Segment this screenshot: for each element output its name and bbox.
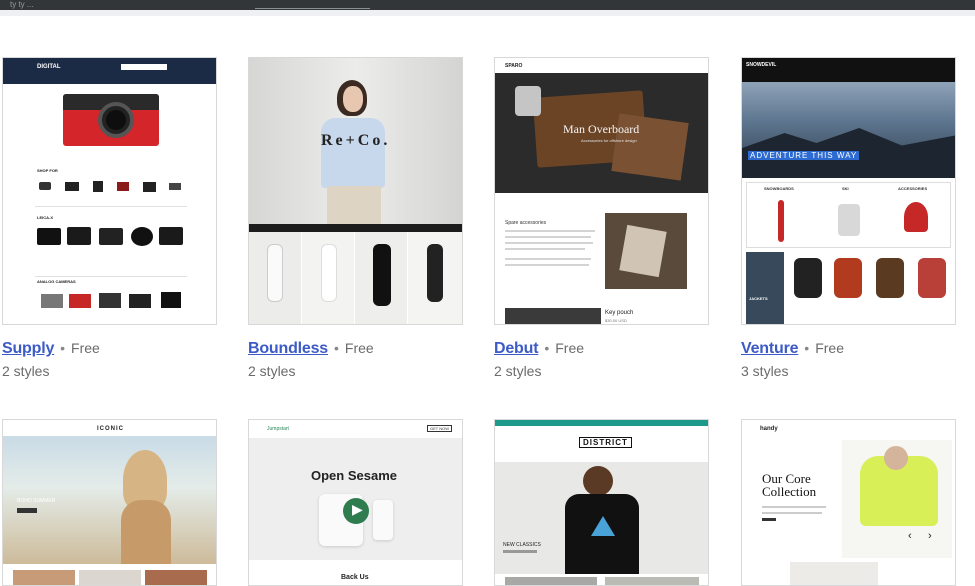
preview-tag: NEW CLASSICS xyxy=(503,542,541,548)
theme-price: Free xyxy=(71,340,100,356)
preview-product-price: $30.00 USD xyxy=(605,318,627,323)
theme-style-count: 3 styles xyxy=(741,363,789,379)
page-header-strip xyxy=(0,10,975,16)
address-bar[interactable] xyxy=(255,8,370,9)
preview-section: Spare accessories xyxy=(505,220,547,226)
theme-style-count: 2 styles xyxy=(2,363,50,379)
theme-preview-5[interactable]: ICONIC BOHO SUMMER xyxy=(2,419,217,586)
preview-tag: BOHO SUMMER xyxy=(17,498,56,504)
theme-style-count: 2 styles xyxy=(248,363,296,379)
theme-preview-boundless[interactable]: Re+Co. xyxy=(248,57,463,325)
theme-style-count: 2 styles xyxy=(494,363,542,379)
theme-name-link[interactable]: Supply xyxy=(2,340,54,357)
separator-dot: • xyxy=(804,340,810,356)
theme-preview-6[interactable]: Jumpstart GET NOW Open Sesame ▶ Back Us xyxy=(248,419,463,586)
preview-hero-subtitle: Accessories for offshore design xyxy=(581,138,637,143)
carousel-prev-icon[interactable]: ‹ xyxy=(908,530,912,542)
separator-dot: • xyxy=(60,340,66,356)
carousel-next-icon[interactable]: › xyxy=(928,530,932,542)
preview-category: JACKETS xyxy=(749,296,768,301)
separator-dot: • xyxy=(334,340,339,356)
preview-section: ANALOG CAMERAS xyxy=(37,279,76,284)
preview-hero-title: Man Overboard xyxy=(563,122,640,136)
preview-banner: ADVENTURE THIS WAY xyxy=(748,151,860,160)
theme-preview-8[interactable]: handy Our Core Collection ‹ › xyxy=(741,419,956,586)
theme-preview-supply[interactable]: DIGITAL SHOP FOR LEICA-X ANALOG CAMERAS xyxy=(2,57,217,325)
preview-logo: DIGITAL xyxy=(37,64,61,70)
preview-category: ACCESSORIES xyxy=(898,186,928,191)
theme-price: Free xyxy=(815,340,844,356)
theme-price: Free xyxy=(555,340,585,356)
preview-subhead: Back Us xyxy=(341,574,369,581)
preview-logo: ICONIC xyxy=(97,426,124,432)
browser-tab-text: ty ty ... xyxy=(10,0,34,9)
preview-logo: DISTRICT xyxy=(579,437,632,448)
preview-headline: Our Core Collection xyxy=(762,471,817,499)
theme-preview-debut[interactable]: SPARO Man Overboard Accessories for offs… xyxy=(494,57,709,325)
play-icon[interactable]: ▶ xyxy=(352,501,363,518)
preview-section: LEICA-X xyxy=(37,215,53,220)
preview-category: SNOWBOARDS xyxy=(764,186,794,191)
preview-category: SKI xyxy=(842,186,849,191)
theme-preview-venture[interactable]: SNOWDEVIL ADVENTURE THIS WAY SNOWBOARDS … xyxy=(741,57,956,325)
theme-name-link[interactable]: Debut xyxy=(494,340,539,357)
theme-preview-7[interactable]: DISTRICT NEW CLASSICS xyxy=(494,419,709,586)
preview-product-name: Key pouch xyxy=(605,310,634,316)
preview-brand: Re+Co. xyxy=(321,132,391,149)
browser-toolbar: ty ty ... xyxy=(0,0,975,10)
preview-logo: Jumpstart xyxy=(267,426,289,432)
preview-logo: handy xyxy=(760,426,778,432)
preview-logo: SPARO xyxy=(505,63,523,69)
theme-name-link[interactable]: Boundless xyxy=(248,340,328,357)
separator-dot: • xyxy=(544,340,550,356)
preview-cta-button: GET NOW xyxy=(427,425,453,432)
theme-price: Free xyxy=(344,340,374,356)
theme-name-link[interactable]: Venture xyxy=(741,340,798,357)
preview-headline: Open Sesame xyxy=(311,468,397,483)
preview-logo: SNOWDEVIL xyxy=(746,62,777,68)
preview-section: SHOP FOR xyxy=(37,168,58,173)
